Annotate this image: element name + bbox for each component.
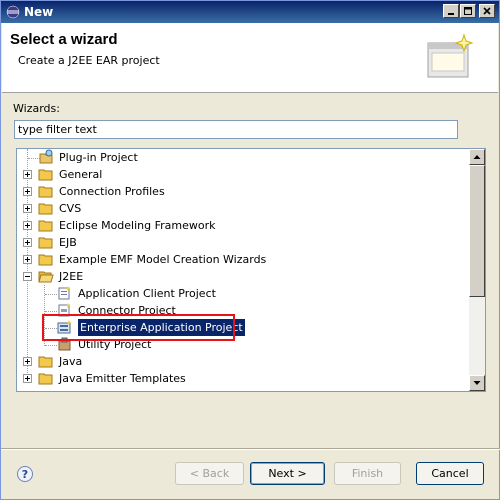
close-icon [483,7,491,15]
minimize-button[interactable] [443,4,459,18]
button-bar-separator [1,448,500,450]
wizard-tree[interactable]: Plug-in Project General Connection Profi… [16,148,486,392]
tree-item-label: Java [59,355,83,368]
page-title: Select a wizard [10,31,118,48]
tree-connector-line [45,294,57,295]
tree-item-label: J2EE [59,270,84,283]
folder-icon [38,169,53,181]
tree-item-label: EJB [59,236,77,249]
next-button[interactable]: Next > [250,462,325,485]
window-title: New [24,5,54,19]
tree-item-label: General [59,168,103,181]
close-button[interactable] [479,4,495,18]
maximize-button[interactable] [460,4,476,18]
folder-icon [38,203,53,215]
red-highlight-annotation [42,314,235,341]
scroll-down-button[interactable] [469,375,485,391]
expand-toggle[interactable] [23,187,32,196]
folder-icon [38,356,53,368]
help-icon[interactable]: ? [16,465,34,483]
tree-connector-line [45,311,57,312]
finish-button[interactable]: Finish [334,462,401,485]
expand-toggle[interactable] [23,204,32,213]
tree-item-label: CVS [59,202,82,215]
arrow-down-icon [473,381,481,385]
scroll-up-button[interactable] [469,149,485,165]
tree-item-label: Connection Profiles [59,185,165,198]
scroll-thumb[interactable] [469,165,485,297]
expand-toggle[interactable] [23,255,32,264]
minimize-icon [448,13,454,15]
wizards-label: Wizards: [13,102,60,115]
plugin-project-icon [39,149,53,164]
page-description: Create a J2EE EAR project [18,54,160,67]
new-wizard-icon [427,33,474,78]
tree-item-label: Java Emitter Templates [59,372,186,385]
tree-item-label: Eclipse Modeling Framework [59,219,216,232]
folder-icon [38,254,53,266]
maximize-icon [464,7,472,15]
collapse-toggle[interactable] [23,272,32,281]
expand-toggle[interactable] [23,238,32,247]
folder-icon [38,237,53,249]
tree-scrollbar[interactable] [469,149,485,391]
svg-text:?: ? [22,468,28,481]
tree-connector-line [27,149,28,381]
tree-item-label: Application Client Project [78,287,216,300]
app-client-project-icon [58,286,71,300]
wizard-banner: Select a wizard Create a J2EE EAR projec… [2,23,498,93]
tree-item-label: Plug-in Project [59,151,138,164]
expand-toggle[interactable] [23,374,32,383]
folder-icon [38,373,53,385]
tree-connector-line [45,345,57,346]
folder-icon [38,220,53,232]
filter-input[interactable] [14,120,458,139]
eclipse-app-icon [6,5,20,19]
folder-open-icon [38,271,54,283]
expand-toggle[interactable] [23,170,32,179]
arrow-up-icon [473,155,481,159]
cancel-button[interactable]: Cancel [416,462,484,485]
new-wizard-dialog: New Select a wizard Create a J2EE EAR pr… [0,0,500,500]
title-bar[interactable]: New [1,1,499,23]
expand-toggle[interactable] [23,221,32,230]
folder-icon [38,186,53,198]
expand-toggle[interactable] [23,357,32,366]
back-button[interactable]: < Back [175,462,244,485]
tree-item-label: Example EMF Model Creation Wizards [59,253,267,266]
